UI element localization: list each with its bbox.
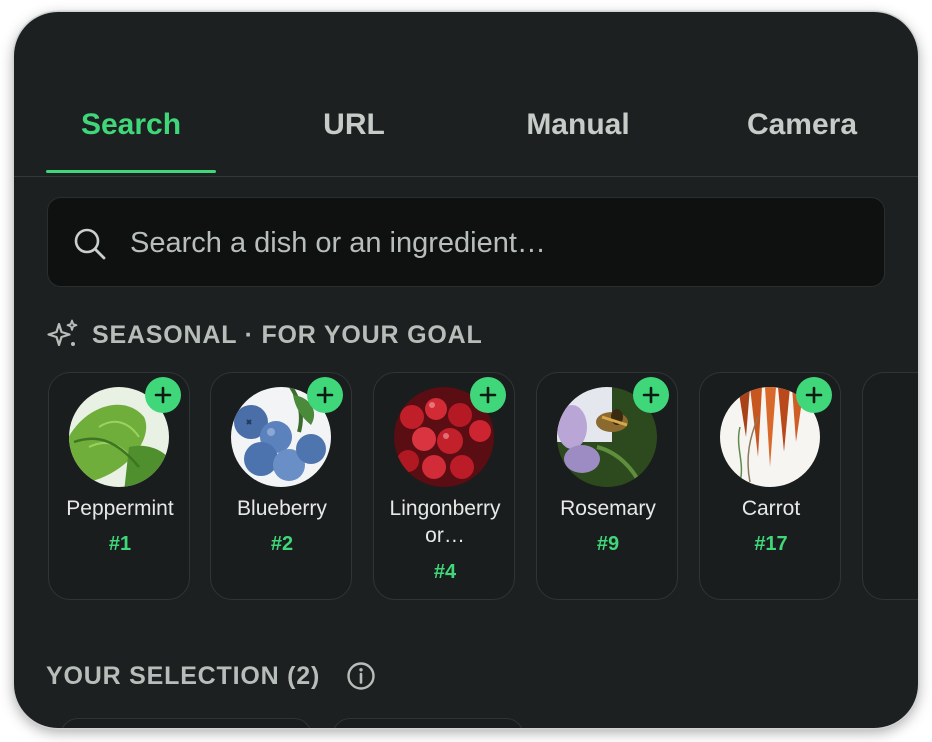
ingredient-name: Rosemary bbox=[560, 497, 656, 520]
tab-camera[interactable]: Camera bbox=[717, 108, 887, 174]
ingredient-rank: #9 bbox=[596, 533, 620, 555]
seasonal-header: SEASONAL · FOR YOUR GOAL bbox=[46, 315, 483, 355]
ingredient-name: Peppermint bbox=[66, 497, 174, 520]
ingredient-name: Blueberry bbox=[237, 497, 327, 520]
selection-card-peek[interactable] bbox=[60, 718, 312, 728]
plus-icon bbox=[479, 386, 497, 404]
ingredient-name-line1: Lingonberry bbox=[389, 497, 501, 520]
plus-icon bbox=[642, 386, 660, 404]
sparkle-icon bbox=[47, 319, 78, 347]
add-button[interactable] bbox=[307, 377, 343, 413]
ingredient-card[interactable]: Carrot #17 bbox=[699, 372, 841, 600]
ingredient-rank: #4 bbox=[433, 561, 457, 583]
ingredient-card[interactable]: Blueberry #2 bbox=[210, 372, 352, 600]
search-bar[interactable] bbox=[47, 197, 885, 288]
search-input[interactable] bbox=[128, 198, 872, 288]
selection-header: YOUR SELECTION (2) bbox=[46, 656, 376, 696]
add-button[interactable] bbox=[470, 377, 506, 413]
ingredient-card[interactable]: Peppermint #1 bbox=[48, 372, 190, 600]
add-button[interactable] bbox=[633, 377, 669, 413]
active-tab-indicator bbox=[46, 170, 216, 173]
ingredient-name-line2: or… bbox=[425, 524, 465, 547]
plus-icon bbox=[154, 386, 172, 404]
add-button[interactable] bbox=[145, 377, 181, 413]
ingredient-rank: #2 bbox=[270, 533, 294, 555]
info-icon[interactable] bbox=[346, 661, 376, 691]
plus-icon bbox=[316, 386, 334, 404]
ingredient-card[interactable]: Lingonberry or… #4 bbox=[373, 372, 515, 600]
tab-url[interactable]: URL bbox=[269, 108, 439, 174]
plus-icon bbox=[805, 386, 823, 404]
tab-bar: Search URL Manual Camera bbox=[14, 90, 918, 174]
tab-search[interactable]: Search bbox=[46, 108, 216, 174]
selection-card-peek[interactable] bbox=[332, 718, 524, 728]
ingredient-rank: #17 bbox=[754, 533, 788, 555]
ingredient-rank: #1 bbox=[108, 533, 132, 555]
add-button[interactable] bbox=[796, 377, 832, 413]
app-panel: Search URL Manual Camera SEASONAL · FOR … bbox=[14, 12, 918, 728]
search-icon bbox=[74, 228, 106, 260]
ingredient-name: Carrot bbox=[741, 497, 801, 520]
seasonal-title: SEASONAL · FOR YOUR GOAL bbox=[92, 320, 483, 349]
seasonal-carousel[interactable]: Peppermint #1 Blueberry #2 Lingonberry o… bbox=[14, 370, 918, 606]
ingredient-name: Lingonberry or… bbox=[378, 495, 512, 549]
tab-manual[interactable]: Manual bbox=[493, 108, 663, 174]
ingredient-card-peek[interactable] bbox=[862, 372, 918, 600]
selection-title: YOUR SELECTION (2) bbox=[46, 661, 321, 690]
ingredient-card[interactable]: Rosemary #9 bbox=[536, 372, 678, 600]
tab-divider bbox=[14, 176, 918, 177]
